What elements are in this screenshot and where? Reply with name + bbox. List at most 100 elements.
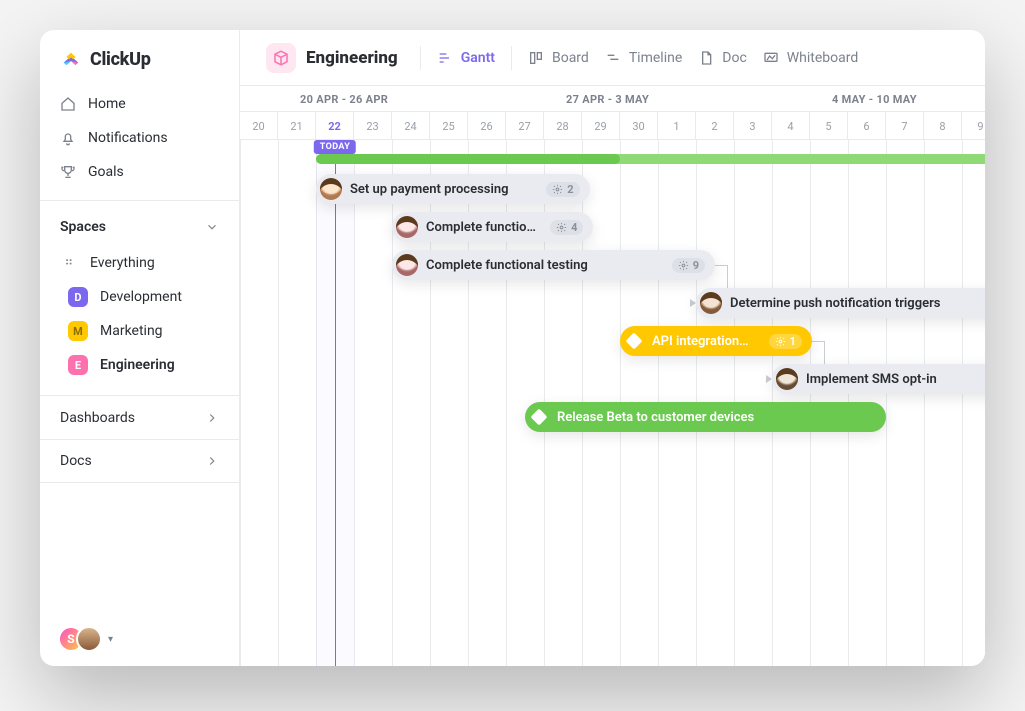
section-label: Dashboards xyxy=(60,410,135,426)
doc-icon xyxy=(698,50,714,66)
space-title-text: Engineering xyxy=(306,48,398,68)
view-tab-board[interactable]: Board xyxy=(528,50,589,66)
section-docs[interactable]: Docs xyxy=(40,439,239,483)
toolbar: Engineering Gantt Board xyxy=(240,30,985,86)
spaces-list: Everything D Development M Marketing E E… xyxy=(40,247,239,381)
gantt-task-bar[interactable]: Release Beta to customer devices xyxy=(525,402,886,432)
week-range-label: 20 APR - 26 APR xyxy=(300,86,388,112)
space-chip-icon: E xyxy=(68,355,88,375)
gantt-task-label: Complete functio… xyxy=(426,220,536,235)
subtask-count-badge: 1 xyxy=(769,334,802,349)
day-label: 8 xyxy=(924,112,962,140)
view-tab-label: Doc xyxy=(722,50,747,66)
gantt-task-label: API integration… xyxy=(652,334,749,349)
avatar xyxy=(76,626,102,652)
day-label: 3 xyxy=(734,112,772,140)
main-panel: Engineering Gantt Board xyxy=(240,30,985,666)
chevron-down-icon[interactable]: ▾ xyxy=(108,634,113,645)
grid-dots-icon xyxy=(62,255,78,271)
day-label: 21 xyxy=(278,112,316,140)
space-marketing[interactable]: M Marketing xyxy=(54,315,225,347)
space-label: Engineering xyxy=(100,357,175,373)
gantt-task-label: Set up payment processing xyxy=(350,182,508,197)
app-window: ClickUp Home Notifications xyxy=(40,30,985,666)
subtask-count-badge: 9 xyxy=(672,258,705,273)
nav-home-label: Home xyxy=(88,96,126,112)
day-label: 22 xyxy=(316,112,354,140)
today-marker-line xyxy=(335,152,336,666)
gantt-icon xyxy=(437,50,453,66)
gantt-task-bar[interactable]: Complete functio… 4 xyxy=(392,212,593,242)
gantt-chart[interactable]: 20 APR - 26 APR27 APR - 3 MAY4 MAY - 10 … xyxy=(240,86,985,666)
presence-avatars[interactable]: S ▾ xyxy=(58,626,113,652)
view-tab-doc[interactable]: Doc xyxy=(698,50,747,66)
app-name: ClickUp xyxy=(90,49,151,70)
gantt-task-bar[interactable]: API integration… 1 xyxy=(620,326,812,356)
subtask-count-badge: 4 xyxy=(550,220,583,235)
day-label: 24 xyxy=(392,112,430,140)
view-tab-label: Gantt xyxy=(461,50,495,66)
sidebar-everything[interactable]: Everything xyxy=(48,247,231,279)
gantt-task-bar[interactable]: Set up payment processing2 xyxy=(316,174,590,204)
view-tab-timeline[interactable]: Timeline xyxy=(605,50,682,66)
day-label: 2 xyxy=(696,112,734,140)
space-engineering[interactable]: E Engineering xyxy=(54,349,225,381)
space-development[interactable]: D Development xyxy=(54,281,225,313)
section-dashboards[interactable]: Dashboards xyxy=(40,395,239,439)
space-label: Development xyxy=(100,289,182,305)
gantt-task-label: Implement SMS opt-in xyxy=(806,372,937,387)
nav-goals[interactable]: Goals xyxy=(48,156,231,188)
view-tab-gantt[interactable]: Gantt xyxy=(437,50,495,66)
divider xyxy=(511,46,512,70)
assignee-avatar xyxy=(320,178,342,200)
day-label: 4 xyxy=(772,112,810,140)
progress-done-segment xyxy=(316,154,620,164)
gantt-task-label: Complete functional testing xyxy=(426,258,588,273)
assignee-avatar xyxy=(396,254,418,276)
space-chip-icon: M xyxy=(68,321,88,341)
progress-overview-bar[interactable] xyxy=(316,154,985,164)
day-label: 26 xyxy=(468,112,506,140)
gantt-task-label: Determine push notification triggers xyxy=(730,296,940,311)
diamond-icon xyxy=(626,333,643,350)
view-tab-label: Board xyxy=(552,50,589,66)
app-logo[interactable]: ClickUp xyxy=(40,48,239,88)
day-label: 9 xyxy=(962,112,985,140)
gantt-task-bar[interactable]: Determine push notification triggers1 xyxy=(696,288,985,318)
day-label: 25 xyxy=(430,112,468,140)
view-tab-whiteboard[interactable]: Whiteboard xyxy=(763,50,859,66)
sidebar-nav: Home Notifications Goals xyxy=(40,88,239,188)
assignee-avatar xyxy=(776,368,798,390)
nav-notifications[interactable]: Notifications xyxy=(48,122,231,154)
day-label: 5 xyxy=(810,112,848,140)
view-tab-label: Whiteboard xyxy=(787,50,859,66)
nav-home[interactable]: Home xyxy=(48,88,231,120)
day-label: 20 xyxy=(240,112,278,140)
gantt-task-bar[interactable]: Complete functional testing 9 xyxy=(392,250,715,280)
diamond-icon xyxy=(531,409,548,426)
clickup-logo-icon xyxy=(60,48,82,70)
divider xyxy=(40,200,239,201)
chevron-right-icon xyxy=(205,454,219,468)
days-row: 2021222324252627282930123456789101112 xyxy=(240,112,985,140)
section-label: Docs xyxy=(60,453,92,469)
space-chip-icon: D xyxy=(68,287,88,307)
whiteboard-icon xyxy=(763,50,779,66)
view-tab-label: Timeline xyxy=(629,50,682,66)
day-label: 6 xyxy=(848,112,886,140)
assignee-avatar xyxy=(700,292,722,314)
day-label: 23 xyxy=(354,112,392,140)
divider xyxy=(420,46,421,70)
home-icon xyxy=(60,96,76,112)
week-range-label: 27 APR - 3 MAY xyxy=(566,86,649,112)
space-label: Marketing xyxy=(100,323,163,339)
gantt-task-label: Release Beta to customer devices xyxy=(557,410,754,425)
day-label: 30 xyxy=(620,112,658,140)
spaces-header[interactable]: Spaces xyxy=(40,213,239,241)
nav-notifications-label: Notifications xyxy=(88,130,168,146)
cube-icon xyxy=(266,43,296,73)
chevron-right-icon xyxy=(205,411,219,425)
gantt-task-bar[interactable]: Implement SMS opt-in xyxy=(772,364,985,394)
space-title[interactable]: Engineering xyxy=(260,39,404,77)
gantt-chart-area[interactable]: TODAY Set up payment processing2Complete… xyxy=(240,140,985,666)
